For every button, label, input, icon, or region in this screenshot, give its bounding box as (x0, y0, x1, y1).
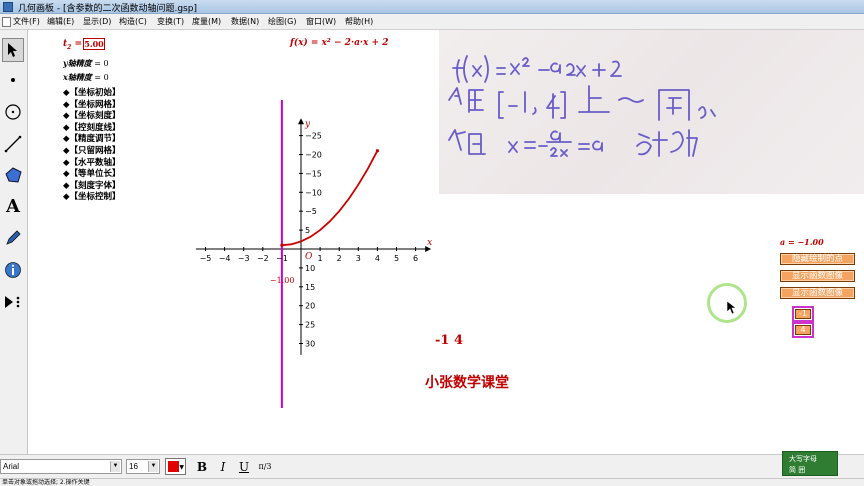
y-tick-label: 25 (305, 321, 315, 330)
window-title: 几何画板 - [含参数的二次函数动轴问题.gsp] (18, 4, 197, 14)
app-window: 几何画板 - [含参数的二次函数动轴问题.gsp] 文件(F) 编辑(E) 显示… (0, 0, 864, 486)
menu-measure[interactable]: 度量(M) (192, 16, 221, 27)
font-size-value: 16 (129, 462, 138, 471)
y-axis-arrow (298, 118, 304, 125)
sketch-canvas[interactable]: t2 = 5.00 y轴精度 = 0 x轴精度 = 0 ◆【坐标初始】 ◆【坐标… (30, 30, 864, 454)
font-size-select[interactable]: 16 ▼ (126, 459, 160, 474)
y-tick-label: −15 (305, 169, 322, 178)
interval-right-button[interactable]: 4 (792, 322, 814, 338)
interval-left-button[interactable]: -1 (792, 306, 814, 322)
menu-transform[interactable]: 变换(T) (157, 16, 184, 27)
polygon-icon (5, 167, 22, 183)
x-tick-label: 6 (413, 254, 418, 263)
parameter-a-label[interactable]: a = −1.00 (780, 237, 824, 247)
curve-group[interactable] (280, 100, 379, 408)
math-format-button[interactable]: π/3 (256, 459, 274, 475)
pen-icon (6, 230, 21, 245)
info-icon (5, 262, 21, 278)
circle-icon (5, 104, 21, 120)
text-color-button[interactable]: ▼ (165, 458, 186, 475)
toolbox: A (0, 30, 28, 454)
function-curve[interactable] (281, 150, 379, 247)
show-graph-button[interactable]: 显示函数图像 (780, 270, 855, 282)
x-tick-label: 1 (318, 254, 323, 263)
underline-button[interactable]: U (235, 459, 253, 475)
x-tick-label: 3 (356, 254, 361, 263)
app-logo-icon (3, 2, 13, 12)
bold-button[interactable]: B (193, 459, 211, 475)
menu-data[interactable]: 数据(N) (231, 16, 259, 27)
x-tick-label: −5 (200, 254, 212, 263)
y-tick-label: 5 (305, 226, 310, 235)
menu-edit[interactable]: 编辑(E) (47, 16, 74, 27)
interval-text: -1 4 (435, 333, 464, 348)
x-tick-label: −4 (219, 254, 231, 263)
menu-file[interactable]: 文件(F) (13, 16, 40, 27)
marker-tool[interactable] (2, 226, 24, 250)
text-format-toolbar: Arial ▼ 16 ▼ ▼ B I U π/3 (0, 454, 864, 478)
x-tick-label: −3 (238, 254, 250, 263)
menu-bar: 文件(F) 编辑(E) 显示(D) 构造(C) 变换(T) 度量(M) 数据(N… (0, 14, 864, 30)
menu-display[interactable]: 显示(D) (83, 16, 111, 27)
x-tick-label: −2 (257, 254, 269, 263)
status-bar: 单击对象或拖动选择; 2.操作关键 (0, 478, 864, 486)
arrow-select-tool[interactable] (2, 38, 24, 62)
title-bar[interactable]: 几何画板 - [含参数的二次函数动轴问题.gsp] (0, 0, 864, 14)
polygon-tool[interactable] (2, 163, 24, 187)
y-tick-label: −5 (305, 207, 317, 216)
y-tick-label: 30 (305, 340, 315, 349)
menu-graph[interactable]: 绘图(G) (268, 16, 296, 27)
straightedge-tool[interactable] (2, 132, 24, 156)
point-icon (11, 78, 15, 82)
arrow-icon (8, 43, 17, 57)
chevron-down-icon: ▼ (148, 461, 158, 472)
x-axis-label: x (427, 238, 432, 248)
interval-left-label: -1 (795, 309, 811, 319)
menu-construct[interactable]: 构造(C) (119, 16, 147, 27)
y-axis-label: y (304, 119, 311, 129)
menu-help[interactable]: 帮助(H) (345, 16, 373, 27)
text-tool[interactable]: A (2, 195, 24, 219)
y-tick-label: 15 (305, 283, 315, 292)
hide-points-button[interactable]: 隐藏绘制的点 (780, 253, 855, 265)
y-tick-label: −10 (305, 188, 322, 197)
y-tick-label: −25 (305, 132, 322, 141)
origin-label: O (305, 252, 313, 262)
font-name-value: Arial (3, 462, 20, 471)
ime-toolbar[interactable]: 大写字母 简 囲 (782, 451, 838, 476)
curve-start-point[interactable] (280, 243, 284, 247)
segment-icon (4, 135, 22, 153)
italic-button[interactable]: I (214, 459, 232, 475)
chevron-down-icon: ▼ (110, 461, 120, 472)
x-tick-label: 4 (375, 254, 380, 263)
watermark-title: 小张数学课堂 (425, 375, 509, 391)
custom-tool-icon (5, 296, 20, 308)
x-tick-label: 2 (337, 254, 342, 263)
y-tick-label: 10 (305, 264, 315, 273)
x-tick-label: 5 (394, 254, 399, 263)
font-name-select[interactable]: Arial ▼ (0, 459, 122, 474)
mouse-cursor-icon (726, 300, 737, 315)
y-tick-label: −20 (305, 151, 322, 160)
chevron-down-icon: ▼ (179, 464, 184, 471)
curve-end-point[interactable] (375, 149, 379, 153)
text-a-icon: A (6, 196, 20, 217)
point-tool[interactable] (2, 68, 24, 92)
compass-tool[interactable] (2, 100, 24, 124)
color-swatch (168, 461, 179, 472)
custom-tool[interactable] (2, 290, 24, 314)
document-icon (2, 17, 11, 27)
y-tick-label: 20 (305, 302, 315, 311)
x-tick-label: −1 (276, 254, 288, 263)
info-tool[interactable] (2, 258, 24, 282)
menu-window[interactable]: 窗口(W) (306, 16, 336, 27)
ime-mode-label: 简 囲 (789, 466, 806, 474)
show-graph-button-2[interactable]: 显示函数图像 (780, 287, 855, 299)
interval-right-label: 4 (795, 325, 811, 335)
ime-caps-label: 大写字母 (789, 455, 817, 463)
vertical-line-value-label: −1.00 (270, 276, 295, 285)
